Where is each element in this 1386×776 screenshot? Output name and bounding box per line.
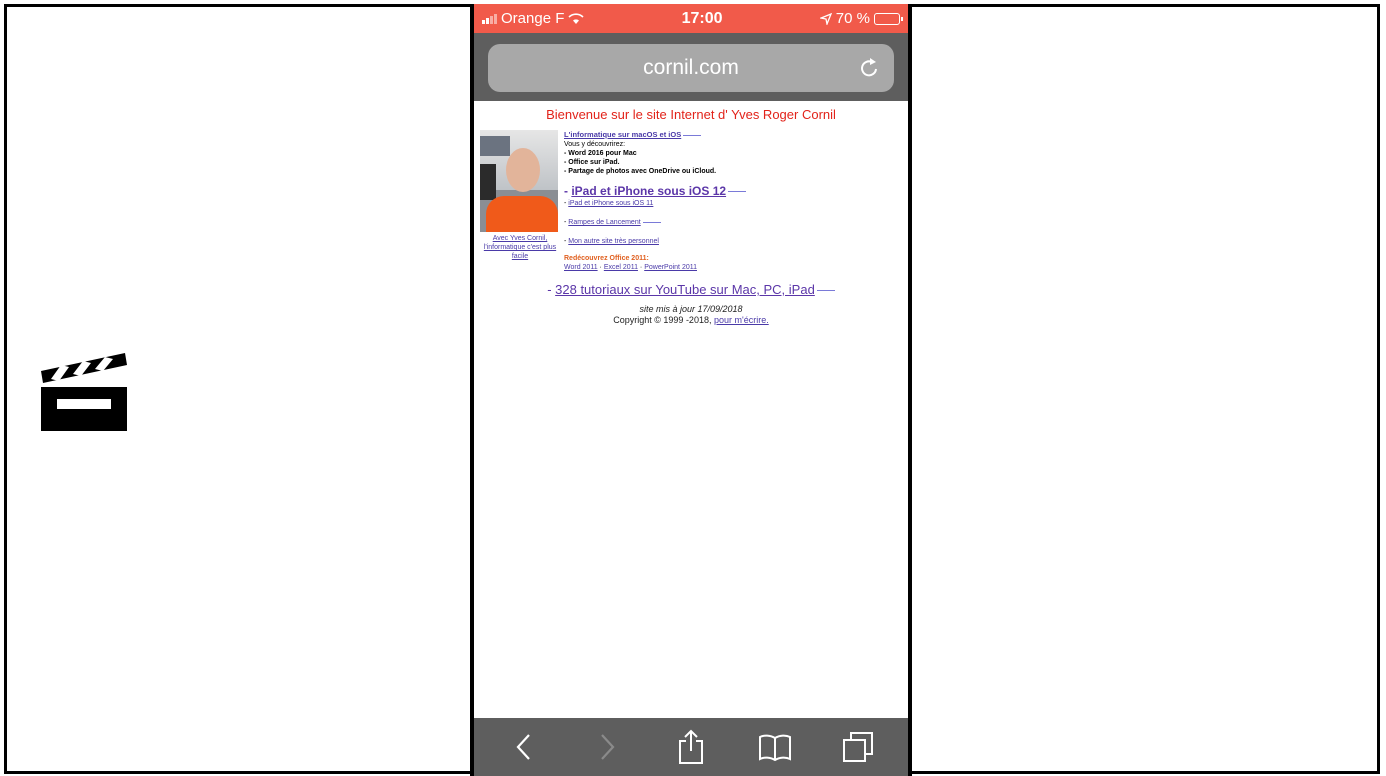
macos-heading-link[interactable]: L'informatique sur macOS et iOS	[564, 130, 681, 139]
copyright-text: Copyright © 1999 -2018,	[613, 315, 712, 325]
reload-icon[interactable]	[858, 56, 882, 80]
photo-caption-link[interactable]: Avec Yves Cornil, l'informatique c'est p…	[480, 234, 560, 261]
signal-icon	[482, 13, 497, 24]
status-right: 70 %	[819, 10, 903, 27]
address-bar-area: cornil.com	[474, 33, 908, 101]
ipad-heading: - iPad et iPhone sous iOS 12	[564, 184, 902, 199]
powerpoint-2011-link[interactable]: PowerPoint 2011	[644, 264, 697, 271]
ipad-ios12-link[interactable]: iPad et iPhone sous iOS 12	[571, 184, 726, 198]
clock: 17:00	[681, 9, 723, 27]
location-arrow-icon	[819, 12, 832, 25]
back-icon	[516, 734, 530, 760]
battery-percent: 70 %	[835, 10, 870, 27]
web-page: Bienvenue sur le site Internet d' Yves R…	[474, 101, 908, 326]
phone-screen: Orange F 17:00 70 % cornil.com Bienvenue…	[474, 4, 908, 776]
rampes-link[interactable]: Rampes de Lancement	[568, 219, 640, 226]
bookmarks-icon	[758, 734, 791, 762]
footer: site mis à jour 17/09/2018 Copyright © 1…	[480, 304, 902, 326]
forward-icon	[601, 734, 615, 760]
wifi-icon	[568, 12, 584, 24]
tabs-button[interactable]	[838, 727, 878, 767]
intro-section: Avec Yves Cornil, l'informatique c'est p…	[480, 130, 902, 272]
browser-toolbar	[474, 718, 908, 776]
contact-link[interactable]: pour m'écrire.	[714, 315, 769, 325]
office-heading: Redécouvrez Office 2011:	[564, 255, 649, 262]
back-button[interactable]	[504, 727, 544, 767]
discover-item: - Partage de photos avec OneDrive ou iCl…	[564, 168, 717, 175]
discover-intro: Vous y découvrirez:	[564, 141, 626, 148]
status-bar: Orange F 17:00 70 %	[474, 4, 908, 33]
tabs-icon	[843, 732, 874, 762]
forward-button[interactable]	[587, 727, 627, 767]
word-2011-link[interactable]: Word 2011	[564, 264, 598, 271]
phone-frame: Orange F 17:00 70 % cornil.com Bienvenue…	[470, 4, 912, 776]
ios11-link[interactable]: iPad et iPhone sous iOS 11	[568, 200, 653, 207]
share-icon	[678, 729, 703, 764]
video-clapper-icon[interactable]	[39, 353, 129, 433]
excel-2011-link[interactable]: Excel 2011	[604, 264, 638, 271]
discover-item: - Office sur iPad.	[564, 159, 620, 166]
address-bar[interactable]: cornil.com	[488, 44, 894, 92]
carrier-name: Orange F	[501, 10, 565, 27]
page-title: Bienvenue sur le site Internet d' Yves R…	[546, 107, 836, 122]
youtube-line: - 328 tutoriaux sur YouTube sur Mac, PC,…	[480, 282, 902, 297]
update-date: site mis à jour 17/09/2018	[639, 304, 743, 314]
info-column: L'informatique sur macOS et iOS Vous y d…	[564, 130, 902, 272]
youtube-link[interactable]: 328 tutoriaux sur YouTube sur Mac, PC, i…	[555, 282, 815, 297]
other-site-link[interactable]: Mon autre site très personnel	[568, 238, 659, 245]
office-links: Word 2011 · Excel 2011 · PowerPoint 2011	[564, 264, 697, 271]
status-left: Orange F	[482, 10, 584, 27]
photo-column: Avec Yves Cornil, l'informatique c'est p…	[480, 130, 560, 272]
share-button[interactable]	[671, 727, 711, 767]
bookmarks-button[interactable]	[755, 727, 795, 767]
battery-icon	[874, 12, 903, 25]
discover-item: - Word 2016 pour Mac	[564, 150, 637, 157]
url-text: cornil.com	[643, 56, 739, 79]
author-photo[interactable]	[480, 130, 558, 232]
